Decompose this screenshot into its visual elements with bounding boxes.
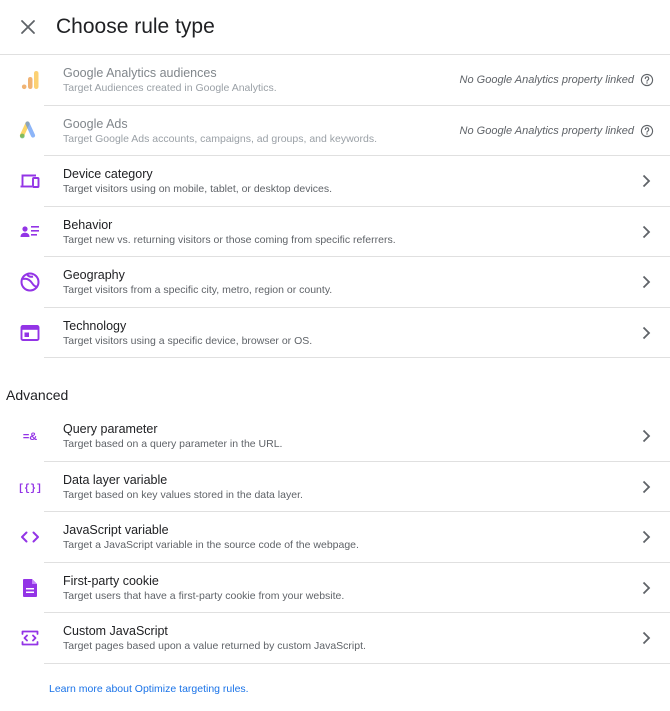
help-icon[interactable] xyxy=(640,73,654,87)
close-button[interactable] xyxy=(14,13,42,41)
rule-title: Query parameter xyxy=(63,422,158,436)
rule-title: Google Ads xyxy=(63,116,128,131)
link-status: No Google Analytics property linked xyxy=(459,124,634,137)
rule-type-list: Google Analytics audiences Target Audien… xyxy=(0,55,670,358)
chevron-right-icon xyxy=(638,224,654,240)
rule-description: Target based on key values stored in the… xyxy=(63,488,303,501)
help-icon[interactable] xyxy=(640,124,654,138)
google-analytics-icon xyxy=(18,68,42,92)
chevron-right-icon xyxy=(638,274,654,290)
rule-device-category[interactable]: Device category Target visitors using on… xyxy=(0,156,670,207)
document-icon xyxy=(18,576,42,600)
data-layer-icon: [{}] xyxy=(18,475,42,499)
rule-javascript-variable[interactable]: JavaScript variable Target a JavaScript … xyxy=(0,512,670,563)
rule-first-party-cookie[interactable]: First-party cookie Target users that hav… xyxy=(0,563,670,613)
learn-more-link[interactable]: Learn more about Optimize targeting rule… xyxy=(49,683,249,696)
rule-title: JavaScript variable xyxy=(63,523,169,537)
rule-title: Google Analytics audiences xyxy=(63,66,217,80)
chevron-right-icon xyxy=(638,580,654,596)
close-icon xyxy=(21,20,35,34)
rule-description: Target users that have a first-party coo… xyxy=(63,589,345,602)
chevron-right-icon xyxy=(638,479,654,495)
rule-title: Custom JavaScript xyxy=(63,624,168,638)
rule-technology[interactable]: Technology Target visitors using a speci… xyxy=(0,308,670,358)
advanced-rule-list: =& Query parameter Target based on a que… xyxy=(0,411,670,664)
rule-title: Device category xyxy=(63,167,153,181)
rule-data-layer-variable[interactable]: [{}] Data layer variable Target based on… xyxy=(0,462,670,512)
rule-title: Data layer variable xyxy=(63,472,168,487)
advanced-section-title: Advanced xyxy=(6,387,69,403)
rule-description: Target visitors from a specific city, me… xyxy=(63,284,333,296)
link-status: No Google Analytics property linked xyxy=(459,74,634,86)
rule-description: Target new vs. returning visitors or tho… xyxy=(63,233,396,246)
rule-google-analytics-audiences: Google Analytics audiences Target Audien… xyxy=(0,55,670,106)
rule-custom-javascript[interactable]: Custom JavaScript Target pages based upo… xyxy=(0,613,670,664)
page-title: Choose rule type xyxy=(56,15,215,38)
divider xyxy=(44,662,670,664)
rule-title: First-party cookie xyxy=(63,573,159,588)
code-window-icon xyxy=(18,626,42,650)
rule-title: Behavior xyxy=(63,217,113,232)
chevron-right-icon xyxy=(638,529,654,545)
query-parameter-icon: =& xyxy=(18,424,42,448)
divider xyxy=(44,357,670,358)
rule-query-parameter[interactable]: =& Query parameter Target based on a que… xyxy=(0,411,670,462)
rule-description: Target a JavaScript variable in the sour… xyxy=(63,539,359,551)
chevron-right-icon xyxy=(638,173,654,189)
rule-behavior[interactable]: Behavior Target new vs. returning visito… xyxy=(0,207,670,257)
behavior-icon xyxy=(18,220,42,244)
rule-description: Target visitors using a specific device,… xyxy=(63,334,313,347)
rule-description: Target visitors using on mobile, tablet,… xyxy=(63,183,333,195)
code-icon xyxy=(18,525,42,549)
svg-text:[{}]: [{}] xyxy=(18,483,42,495)
chevron-right-icon xyxy=(638,325,654,341)
rule-description: Target Google Ads accounts, campaigns, a… xyxy=(63,132,378,145)
rule-description: Target based on a query parameter in the… xyxy=(63,438,283,450)
chevron-right-icon xyxy=(638,428,654,444)
rule-title: Geography xyxy=(63,268,125,282)
rule-geography[interactable]: Geography Target visitors from a specifi… xyxy=(0,257,670,308)
browser-window-icon xyxy=(18,321,42,345)
devices-icon xyxy=(18,169,42,193)
rule-description: Target Audiences created in Google Analy… xyxy=(63,82,277,94)
rule-google-ads: Google Ads Target Google Ads accounts, c… xyxy=(0,106,670,156)
dialog-header: Choose rule type xyxy=(0,0,670,55)
globe-icon xyxy=(18,270,42,294)
chevron-right-icon xyxy=(638,630,654,646)
rule-description: Target pages based upon a value returned… xyxy=(63,640,366,652)
google-ads-icon xyxy=(18,119,42,143)
rule-title: Technology xyxy=(63,318,127,333)
svg-text:=&: =& xyxy=(23,431,37,443)
